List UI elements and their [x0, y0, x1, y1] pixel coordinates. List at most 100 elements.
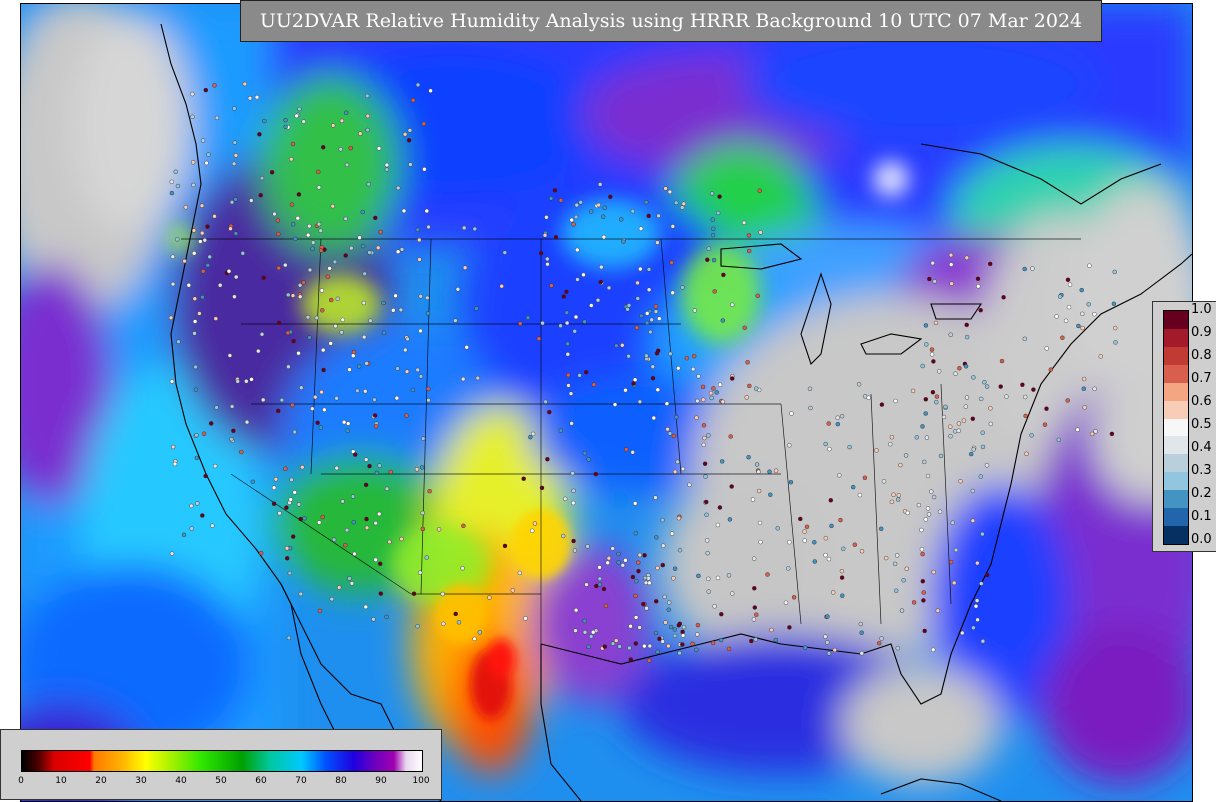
station-marker [728, 434, 733, 439]
station-marker [642, 643, 647, 649]
station-marker [231, 161, 237, 167]
station-marker [838, 517, 843, 523]
station-marker [605, 560, 610, 565]
station-marker [291, 338, 296, 344]
station-marker [300, 465, 305, 470]
station-marker [298, 591, 303, 597]
station-marker [695, 632, 700, 637]
analysis-tick-label: 60 [255, 776, 267, 786]
station-marker [858, 621, 863, 627]
station-marker [773, 637, 778, 643]
station-marker [589, 303, 594, 308]
station-marker [233, 153, 239, 158]
station-marker [594, 583, 599, 589]
station-marker [287, 570, 292, 576]
station-marker [276, 265, 281, 271]
station-marker [258, 192, 263, 198]
station-marker [651, 415, 656, 421]
station-marker [343, 216, 348, 222]
station-marker [376, 146, 382, 151]
station-marker [1044, 406, 1049, 411]
station-marker [1093, 429, 1098, 434]
station-marker [276, 408, 281, 414]
station-marker [745, 360, 750, 365]
station-marker [283, 466, 288, 471]
station-marker [316, 221, 322, 227]
station-marker [176, 339, 181, 344]
station-marker [931, 569, 936, 575]
station-marker [831, 590, 836, 595]
station-marker [756, 488, 762, 494]
station-marker [406, 138, 412, 143]
station-marker [239, 449, 244, 455]
station-marker [307, 223, 312, 229]
station-marker [758, 230, 763, 235]
station-marker [299, 385, 304, 390]
station-marker [597, 582, 603, 587]
station-marker [523, 616, 528, 621]
station-marker [213, 316, 219, 321]
station-marker [839, 414, 845, 419]
station-marker [344, 110, 349, 115]
station-marker [984, 384, 990, 389]
station-marker [711, 226, 716, 232]
station-marker [690, 641, 695, 646]
station-marker [325, 274, 330, 279]
station-marker [681, 201, 686, 207]
station-marker [193, 364, 198, 370]
station-marker [410, 387, 416, 393]
station-marker [418, 570, 423, 575]
station-marker [232, 294, 237, 299]
station-marker [340, 499, 345, 504]
station-marker [276, 320, 282, 326]
station-marker [199, 203, 205, 208]
station-marker [964, 255, 969, 261]
station-marker [974, 598, 980, 603]
station-marker [633, 531, 638, 536]
station-marker [852, 542, 857, 547]
station-marker [701, 442, 706, 447]
station-marker [181, 532, 187, 537]
station-marker [321, 367, 326, 373]
station-marker [360, 243, 366, 249]
station-marker [616, 560, 621, 565]
station-marker [319, 288, 325, 293]
station-marker [436, 527, 442, 532]
station-marker [970, 416, 975, 421]
station-marker [598, 279, 603, 285]
station-marker [475, 375, 480, 381]
station-marker [825, 614, 830, 619]
station-marker [934, 400, 939, 405]
station-marker [626, 303, 632, 308]
station-marker [310, 246, 315, 251]
station-marker [1022, 266, 1027, 272]
station-marker [666, 643, 671, 649]
station-marker [874, 448, 879, 453]
station-marker [646, 267, 652, 272]
station-marker [586, 644, 591, 649]
station-marker [706, 589, 711, 594]
station-marker [284, 546, 290, 551]
station-marker [941, 414, 947, 420]
station-marker [655, 565, 660, 571]
station-marker [980, 531, 985, 537]
station-marker [203, 473, 208, 479]
station-marker [584, 582, 589, 587]
station-marker [396, 185, 401, 191]
station-marker [684, 356, 689, 361]
station-marker [244, 379, 249, 384]
station-marker [402, 132, 408, 137]
station-marker [958, 479, 963, 484]
station-marker [360, 209, 365, 215]
station-marker [553, 235, 559, 240]
station-marker [923, 411, 928, 416]
station-marker [709, 191, 715, 196]
station-marker [953, 547, 959, 553]
station-marker [330, 203, 335, 209]
station-marker [285, 556, 290, 561]
station-marker [657, 636, 662, 642]
station-marker [361, 300, 366, 306]
station-marker [1024, 451, 1029, 456]
station-marker [528, 435, 533, 440]
station-marker [787, 540, 792, 545]
